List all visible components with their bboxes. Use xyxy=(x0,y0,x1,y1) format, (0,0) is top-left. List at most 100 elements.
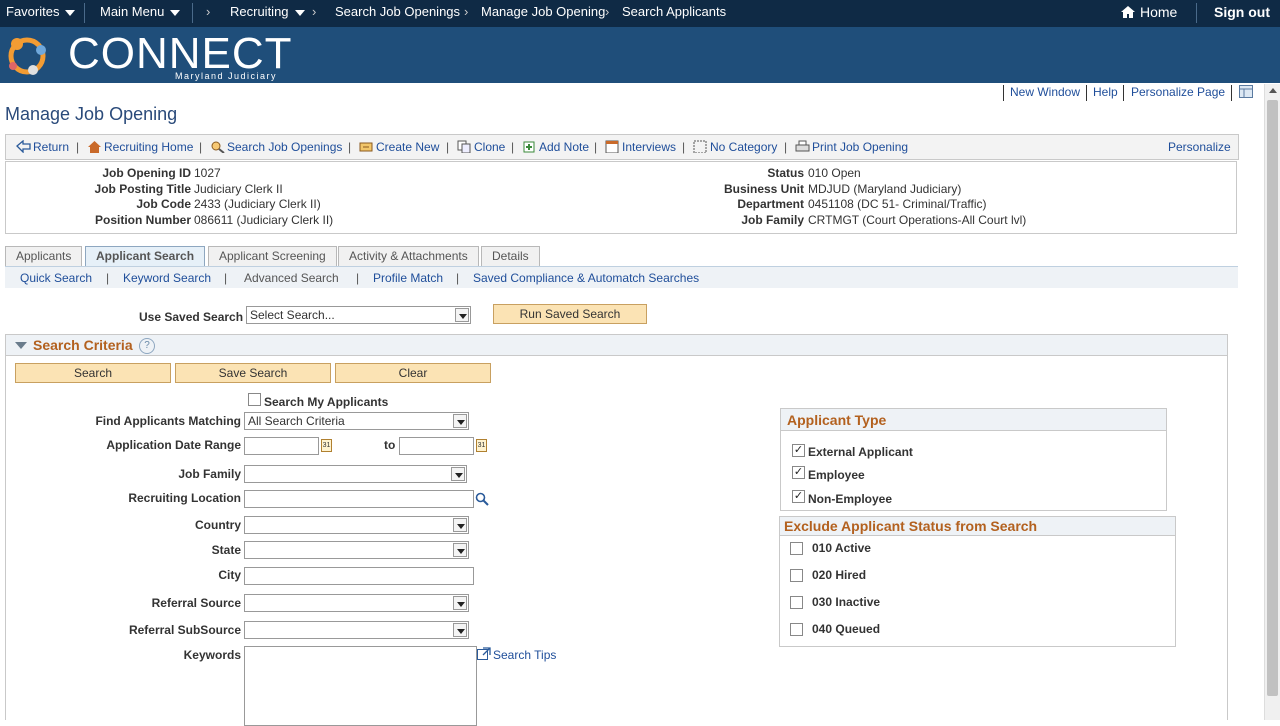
country-select[interactable] xyxy=(244,516,469,534)
recruiting-location-label: Recruiting Location xyxy=(128,491,241,505)
job-opening-summary: Job Opening ID 1027 Job Posting Title Ju… xyxy=(5,161,1237,234)
status-040-queued-checkbox[interactable] xyxy=(790,623,803,636)
external-applicant-label: External Applicant xyxy=(808,445,913,459)
add-note-link[interactable]: Add Note xyxy=(522,140,589,154)
home-link[interactable]: Home xyxy=(1120,0,1177,27)
tab-activity-attachments[interactable]: Activity & Attachments xyxy=(338,246,479,267)
keyword-search-link[interactable]: Keyword Search xyxy=(123,271,211,285)
date-from-input[interactable] xyxy=(244,437,319,455)
chevron-down-icon xyxy=(453,414,467,428)
exclude-status-title: Exclude Applicant Status from Search xyxy=(784,518,1038,534)
saved-search-select[interactable]: Select Search... xyxy=(246,306,471,324)
breadcrumb-search-applicants[interactable]: Search Applicants xyxy=(622,0,726,27)
profile-match-link[interactable]: Profile Match xyxy=(373,271,443,285)
return-label: Return xyxy=(33,140,70,154)
quick-search-link[interactable]: Quick Search xyxy=(20,271,92,285)
status-020-hired-checkbox[interactable] xyxy=(790,569,803,582)
job-opening-id-value: 1027 xyxy=(194,166,221,180)
search-job-openings-link[interactable]: Search Job Openings xyxy=(210,140,342,154)
new-window-link[interactable]: New Window xyxy=(1010,85,1080,99)
chevron-right-icon: › xyxy=(206,4,211,19)
non-employee-checkbox[interactable]: ✓ xyxy=(792,490,805,503)
job-code-label: Job Code xyxy=(136,197,191,211)
calendar-icon[interactable]: 31 xyxy=(476,439,487,452)
nav-divider xyxy=(192,3,193,23)
grid-layout-icon[interactable] xyxy=(1239,85,1253,98)
subnav-divider: | xyxy=(224,271,228,285)
calendar-icon[interactable]: 31 xyxy=(321,439,332,452)
interviews-label: Interviews xyxy=(622,140,677,154)
chevron-down-icon xyxy=(455,308,469,322)
keywords-textarea[interactable] xyxy=(244,646,477,726)
referral-source-select[interactable] xyxy=(244,594,469,612)
sign-out-link[interactable]: Sign out xyxy=(1214,0,1270,27)
link-divider xyxy=(1231,85,1232,101)
advanced-search-link[interactable]: Advanced Search xyxy=(244,271,339,285)
status-010-active-label: 010 Active xyxy=(812,541,871,555)
print-job-opening-link[interactable]: Print Job Opening xyxy=(795,140,908,154)
run-saved-search-button[interactable]: Run Saved Search xyxy=(493,304,647,324)
search-button[interactable]: Search xyxy=(15,363,171,383)
save-search-button[interactable]: Save Search xyxy=(175,363,331,383)
interviews-link[interactable]: Interviews xyxy=(605,140,676,154)
return-link[interactable]: Return xyxy=(16,140,69,154)
tab-applicant-search[interactable]: Applicant Search xyxy=(85,246,206,267)
tab-details[interactable]: Details xyxy=(481,246,540,267)
breadcrumb-recruiting[interactable]: Recruiting xyxy=(230,0,305,27)
collapse-triangle-icon[interactable] xyxy=(15,342,27,349)
search-criteria-header[interactable]: Search Criteria ? xyxy=(5,334,1228,356)
search-tips-link[interactable]: Search Tips xyxy=(493,648,556,662)
tab-applicants[interactable]: Applicants xyxy=(5,246,83,267)
non-employee-label: Non-Employee xyxy=(808,492,893,506)
referral-source-label: Referral Source xyxy=(151,596,241,610)
favorites-menu[interactable]: Favorites xyxy=(6,0,76,27)
job-family-select[interactable] xyxy=(244,465,467,483)
saved-compliance-link[interactable]: Saved Compliance & Automatch Searches xyxy=(473,271,699,285)
no-category-label: No Category xyxy=(710,140,778,154)
clear-button[interactable]: Clear xyxy=(335,363,491,383)
link-divider xyxy=(1086,85,1087,101)
city-input[interactable] xyxy=(244,567,474,585)
clone-label: Clone xyxy=(474,140,506,154)
create-new-link[interactable]: Create New xyxy=(359,140,439,154)
external-applicant-checkbox[interactable]: ✓ xyxy=(792,444,805,457)
help-icon[interactable]: ? xyxy=(139,338,155,354)
date-to-input[interactable] xyxy=(399,437,474,455)
status-010-active-checkbox[interactable] xyxy=(790,542,803,555)
chevron-right-icon: › xyxy=(605,4,610,19)
breadcrumb-manage-job-opening[interactable]: Manage Job Opening xyxy=(481,0,605,27)
scrollbar-thumb[interactable] xyxy=(1267,100,1278,696)
toolbar-divider: | xyxy=(511,140,515,154)
find-applicants-matching-select[interactable]: All Search Criteria xyxy=(244,412,469,430)
referral-subsource-select[interactable] xyxy=(244,621,469,639)
toolbar-divider: | xyxy=(348,140,352,154)
vertical-scrollbar[interactable] xyxy=(1264,84,1280,720)
search-icon[interactable] xyxy=(475,492,489,506)
chevron-down-icon xyxy=(65,9,76,16)
job-family-label: Job Family xyxy=(741,213,804,227)
clone-link[interactable]: Clone xyxy=(457,140,505,154)
recruiting-home-link[interactable]: Recruiting Home xyxy=(87,140,193,154)
employee-checkbox[interactable]: ✓ xyxy=(792,466,805,479)
top-nav-bar: Favorites Main Menu › Recruiting › Searc… xyxy=(0,0,1280,27)
chevron-down-icon xyxy=(451,467,465,481)
saved-search-value: Select Search... xyxy=(250,308,335,322)
no-category-link[interactable]: No Category xyxy=(693,140,777,154)
personalize-link[interactable]: Personalize xyxy=(1168,140,1231,154)
main-menu[interactable]: Main Menu xyxy=(100,0,181,27)
tab-applicant-screening[interactable]: Applicant Screening xyxy=(208,246,337,267)
create-new-label: Create New xyxy=(376,140,440,154)
search-my-applicants-checkbox[interactable] xyxy=(248,393,261,406)
subnav-divider: | xyxy=(456,271,460,285)
state-select[interactable] xyxy=(244,541,469,559)
external-link-icon[interactable] xyxy=(477,647,491,660)
job-opening-id-label: Job Opening ID xyxy=(102,166,191,180)
recruiting-location-input[interactable] xyxy=(244,490,474,508)
scroll-up-icon[interactable] xyxy=(1269,88,1277,93)
status-030-inactive-checkbox[interactable] xyxy=(790,596,803,609)
link-divider xyxy=(1003,85,1004,101)
department-value: 0451108 (DC 51- Criminal/Traffic) xyxy=(808,197,987,211)
help-link[interactable]: Help xyxy=(1093,85,1118,99)
personalize-page-link[interactable]: Personalize Page xyxy=(1131,85,1225,99)
breadcrumb-search-job-openings[interactable]: Search Job Openings xyxy=(335,0,460,27)
